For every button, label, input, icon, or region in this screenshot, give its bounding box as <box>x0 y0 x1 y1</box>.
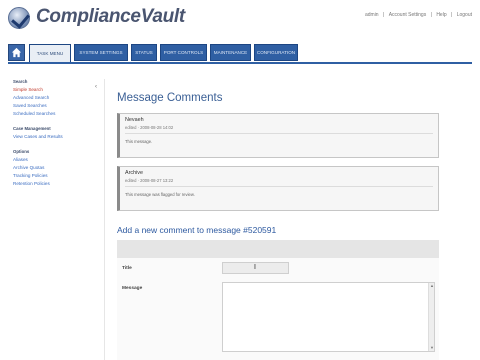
sidebar-item-retention-policies[interactable]: Retention Policies <box>13 181 98 186</box>
comment-divider <box>125 133 433 134</box>
comment-card: Nevaeh edited · 2008-08-28 14:02 This me… <box>117 113 439 158</box>
sidebar: Search Simple Search Advanced Search Sav… <box>8 79 98 360</box>
comment-author: Nevaeh <box>125 117 144 123</box>
message-input[interactable] <box>222 282 435 352</box>
header: ComplianceVault admin | Account Settings… <box>0 0 480 40</box>
user-links: admin | Account Settings | Help | Logout <box>362 12 472 18</box>
tab-configuration[interactable]: CONFIGURATION <box>254 44 298 61</box>
username-link[interactable]: admin <box>365 12 379 18</box>
title-label: Title <box>122 266 132 271</box>
comment-card: Archive edited · 2008-08-27 13:22 This m… <box>117 166 439 211</box>
comment-text: This message was flagged for review. <box>125 192 195 197</box>
nav-heading: Options <box>13 149 30 154</box>
message-label: Message <box>122 286 143 291</box>
collapse-sidebar-icon[interactable]: ‹ <box>95 84 97 90</box>
main-tabs: TASK MENU SYSTEM SETTINGS STATUS PORT CO… <box>0 42 480 62</box>
separator: | <box>451 12 453 18</box>
app-window: ComplianceVault admin | Account Settings… <box>0 0 480 360</box>
message-scrollbar[interactable]: ▲ ▼ <box>428 283 434 351</box>
comment-meta: edited · 2008-08-27 13:22 <box>125 178 174 183</box>
sidebar-divider <box>104 79 105 360</box>
text-cursor-icon: I <box>254 264 256 271</box>
nav-section-cases: Case Management View Cases and Results <box>8 126 98 139</box>
sidebar-item-tracking-policies[interactable]: Tracking Policies <box>13 173 98 178</box>
tab-task-menu[interactable]: TASK MENU <box>29 44 71 62</box>
scroll-up-icon[interactable]: ▲ <box>429 283 435 289</box>
scroll-down-icon[interactable]: ▼ <box>429 345 435 351</box>
nav-heading: Search <box>13 79 28 84</box>
account-settings-link[interactable]: Account Settings <box>389 12 427 18</box>
app-logo[interactable]: ComplianceVault <box>36 6 185 28</box>
home-button[interactable] <box>8 44 25 61</box>
logout-link[interactable]: Logout <box>457 12 472 18</box>
sidebar-item-scheduled-searches[interactable]: Scheduled Searches <box>13 111 98 116</box>
sidebar-item-simple-search[interactable]: Simple Search <box>13 87 98 92</box>
tab-system-settings[interactable]: SYSTEM SETTINGS <box>74 44 128 61</box>
nav-section-search: Search Simple Search Advanced Search Sav… <box>8 79 98 116</box>
help-link[interactable]: Help <box>436 12 446 18</box>
home-icon <box>11 47 22 58</box>
comment-text: This message. <box>125 139 153 144</box>
add-comment-heading: Add a new comment to message #520591 <box>117 225 277 235</box>
form-header-bar <box>117 240 439 258</box>
nav-heading: Case Management <box>13 126 51 131</box>
sidebar-item-aliases[interactable]: Aliases <box>13 157 98 162</box>
sidebar-item-saved-searches[interactable]: Saved Searches <box>13 103 98 108</box>
sidebar-item-view-cases[interactable]: View Cases and Results <box>13 134 98 139</box>
tab-underline <box>8 62 472 64</box>
separator: | <box>382 12 385 18</box>
tab-status[interactable]: STATUS <box>131 44 157 61</box>
separator: | <box>430 12 432 18</box>
tab-port-controls[interactable]: PORT CONTROLS <box>160 44 207 61</box>
logo-icon <box>8 7 30 29</box>
nav-section-options: Options Aliases Archive Quotas Tracking … <box>8 149 98 186</box>
tab-maintenance[interactable]: MAINTENANCE <box>210 44 251 61</box>
page-title: Message Comments <box>117 92 223 104</box>
comment-divider <box>125 186 433 187</box>
sidebar-item-advanced-search[interactable]: Advanced Search <box>13 95 98 100</box>
comment-meta: edited · 2008-08-28 14:02 <box>125 125 174 130</box>
sidebar-item-archive-quotas[interactable]: Archive Quotas <box>13 165 98 170</box>
comment-author: Archive <box>125 170 143 176</box>
